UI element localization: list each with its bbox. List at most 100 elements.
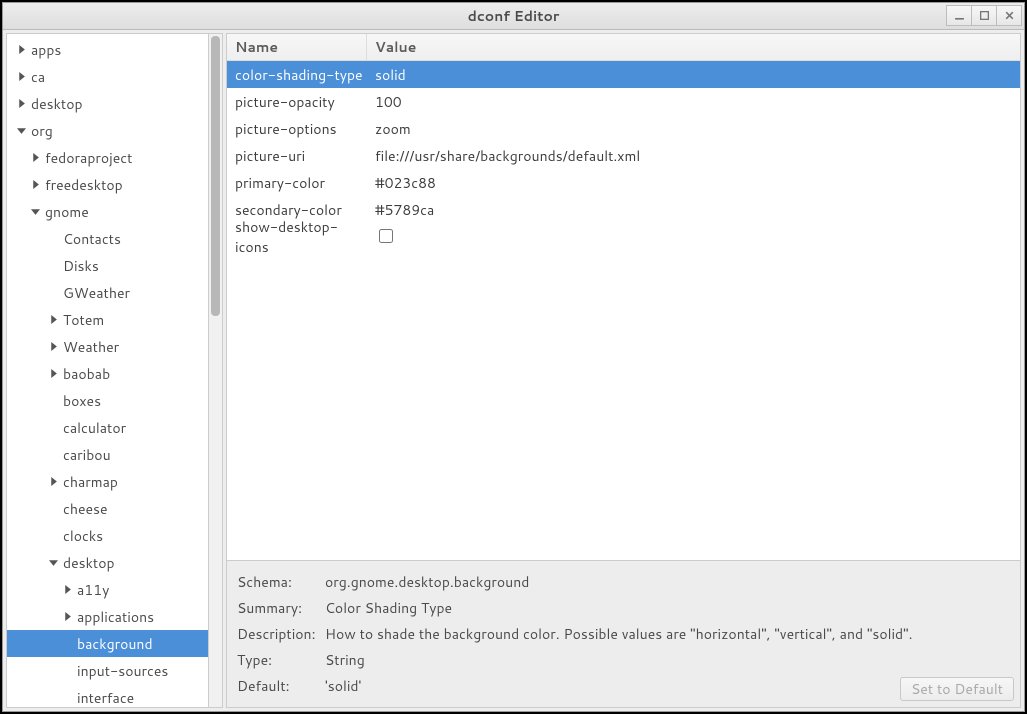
table-row[interactable]: show-desktop-icons (227, 223, 1020, 250)
titlebar[interactable]: dconf Editor (3, 3, 1024, 30)
expander-down-icon[interactable] (29, 206, 41, 218)
tree-node[interactable]: a11y (7, 576, 208, 603)
column-header-value[interactable]: Value (367, 37, 1020, 57)
sidebar-scrollbar[interactable] (209, 33, 223, 708)
table-row[interactable]: color-shading-typesolid (227, 61, 1020, 88)
tree-node[interactable]: cheese (7, 495, 208, 522)
tree-node-label: caribou (63, 445, 111, 465)
content-area: apps ca desktop org fedoraproject freedesktop… (3, 30, 1024, 711)
tree-node[interactable]: applications (7, 603, 208, 630)
tree-node-label: fedoraproject (45, 148, 132, 168)
tree-node-label: a11y (77, 580, 109, 600)
expander-right-icon[interactable] (47, 314, 59, 326)
expander-spacer (47, 260, 59, 272)
key-value-checkbox[interactable] (379, 229, 393, 243)
tree-node[interactable]: Totem (7, 306, 208, 333)
key-name: color-shading-type (227, 65, 367, 85)
key-value[interactable]: #5789ca (367, 200, 1020, 220)
main-panel: Name Value color-shading-typesolidpictur… (226, 30, 1024, 711)
set-to-default-button[interactable]: Set to Default (900, 677, 1014, 701)
app-window: dconf Editor apps ca desktop org fedoraproje… (2, 2, 1025, 712)
detail-schema-value: org.gnome.desktop.background (325, 569, 1010, 595)
expander-right-icon[interactable] (61, 611, 73, 623)
key-value[interactable]: zoom (367, 119, 1020, 139)
expander-right-icon[interactable] (61, 584, 73, 596)
detail-summary-value: Color Shading Type (325, 595, 1010, 621)
tree-node[interactable]: ca (7, 63, 208, 90)
tree-node[interactable]: charmap (7, 468, 208, 495)
expander-right-icon[interactable] (29, 152, 41, 164)
detail-default-label: Default: (237, 673, 325, 699)
scrollbar-thumb[interactable] (211, 36, 220, 316)
tree-node[interactable]: input-sources (7, 657, 208, 684)
tree-node-label: Weather (63, 337, 119, 357)
tree-node[interactable]: boxes (7, 387, 208, 414)
maximize-button[interactable] (971, 5, 997, 26)
column-header-name[interactable]: Name (227, 34, 367, 60)
expander-right-icon[interactable] (47, 368, 59, 380)
tree-node[interactable]: interface (7, 684, 208, 708)
expander-right-icon[interactable] (15, 71, 27, 83)
window-title: dconf Editor (3, 6, 1024, 26)
close-button[interactable] (996, 5, 1022, 26)
expander-down-icon[interactable] (15, 125, 27, 137)
tree-node-label: gnome (45, 202, 89, 222)
detail-type-row: Type: String (237, 647, 1010, 673)
tree-node[interactable]: freedesktop (7, 171, 208, 198)
table-row[interactable]: picture-optionszoom (227, 115, 1020, 142)
tree-node-label: cheese (63, 499, 108, 519)
schema-tree[interactable]: apps ca desktop org fedoraproject freedesktop… (6, 33, 209, 708)
tree-node-label: Totem (63, 310, 104, 330)
table-row[interactable]: picture-urifile:///usr/share/backgrounds… (227, 142, 1020, 169)
tree-node[interactable]: desktop (7, 90, 208, 117)
expander-down-icon[interactable] (47, 557, 59, 569)
tree-node[interactable]: Contacts (7, 225, 208, 252)
tree-node[interactable]: background (7, 630, 208, 657)
expander-right-icon[interactable] (29, 179, 41, 191)
expander-spacer (47, 233, 59, 245)
tree-node-label: clocks (63, 526, 103, 546)
tree-node-label: desktop (63, 553, 115, 573)
key-value[interactable]: solid (367, 65, 1020, 85)
table-row[interactable]: primary-color#023c88 (227, 169, 1020, 196)
tree-node-label: charmap (63, 472, 118, 492)
tree-node-label: ca (31, 67, 45, 87)
key-name: picture-options (227, 119, 367, 139)
tree-node[interactable]: desktop (7, 549, 208, 576)
tree-node-label: Disks (63, 256, 99, 276)
expander-right-icon[interactable] (15, 44, 27, 56)
tree-node[interactable]: gnome (7, 198, 208, 225)
tree-node[interactable]: caribou (7, 441, 208, 468)
table-body[interactable]: color-shading-typesolidpicture-opacity10… (227, 61, 1020, 560)
tree-node-label: desktop (31, 94, 83, 114)
tree-node[interactable]: apps (7, 36, 208, 63)
tree-node[interactable]: clocks (7, 522, 208, 549)
tree-node[interactable]: baobab (7, 360, 208, 387)
tree-node[interactable]: org (7, 117, 208, 144)
detail-description-label: Description: (237, 621, 325, 647)
detail-description-value: How to shade the background color. Possi… (325, 621, 1010, 647)
tree-node[interactable]: fedoraproject (7, 144, 208, 171)
minimize-button[interactable] (946, 5, 972, 26)
detail-pane: Schema: org.gnome.desktop.background Sum… (226, 561, 1021, 708)
detail-default-row: Default: 'solid' (237, 673, 1010, 699)
window-controls (947, 5, 1022, 26)
tree-node-label: Contacts (63, 229, 121, 249)
table-row[interactable]: picture-opacity100 (227, 88, 1020, 115)
tree-node-label: org (31, 121, 53, 141)
key-value[interactable]: #023c88 (367, 173, 1020, 193)
key-value[interactable]: file:///usr/share/backgrounds/default.xm… (367, 146, 1020, 166)
key-value[interactable]: 100 (367, 92, 1020, 112)
expander-spacer (61, 692, 73, 704)
expander-spacer (47, 530, 59, 542)
tree-node-label: baobab (63, 364, 110, 384)
tree-node[interactable]: Weather (7, 333, 208, 360)
expander-spacer (47, 422, 59, 434)
expander-right-icon[interactable] (47, 476, 59, 488)
tree-node[interactable]: Disks (7, 252, 208, 279)
tree-node[interactable]: GWeather (7, 279, 208, 306)
detail-description-row: Description: How to shade the background… (237, 621, 1010, 647)
expander-right-icon[interactable] (47, 341, 59, 353)
expander-right-icon[interactable] (15, 98, 27, 110)
tree-node[interactable]: calculator (7, 414, 208, 441)
